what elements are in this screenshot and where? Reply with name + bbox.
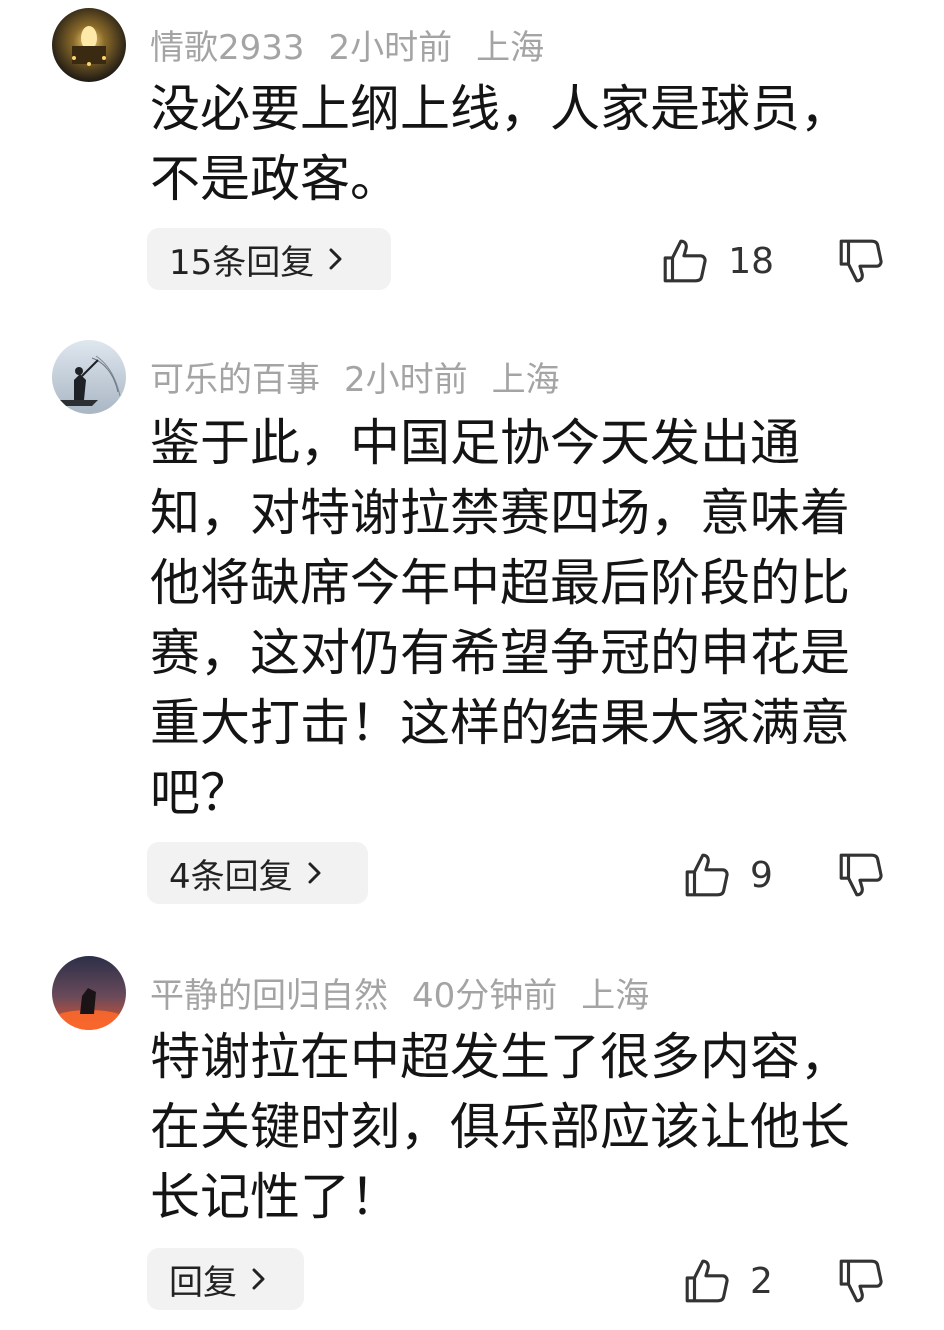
chevron-right-icon [252,1268,265,1290]
thumbs-up-icon [682,1256,732,1306]
night-tower-avatar-icon [52,8,126,82]
comment-text: 特谢拉在中超发生了很多内容，在关键时刻，俱乐部应该让他长长记性了！ [150,1028,850,1226]
like-count: 2 [750,1260,773,1302]
reply-label: 4条回复 [169,856,293,897]
comment-actions: 18 [660,230,886,292]
like-button[interactable]: 2 [682,1256,774,1306]
thumbs-up-icon [682,850,732,900]
location: 上海 [476,27,545,68]
reply-button[interactable]: 回复 [147,1248,304,1310]
comment-actions: 2 [682,1250,886,1312]
dislike-button[interactable] [836,850,886,900]
reply-label: 回复 [169,1262,237,1303]
comment-actions: 9 [682,844,886,906]
sunset-avatar-icon [52,956,126,1030]
reply-button[interactable]: 15条回复 [147,228,391,290]
username[interactable]: 平静的回归自然 [150,968,388,1017]
comment-text: 鉴于此，中国足协今天发出通知，对特谢拉禁赛四场，意味着他将缺席今年中超最后阶段的… [150,414,850,822]
avatar[interactable] [52,340,126,414]
dislike-button[interactable] [836,1256,886,1306]
thumbs-up-icon [660,236,710,286]
timestamp: 2小时前 [328,27,453,68]
timestamp: 2小时前 [344,359,468,400]
chevron-right-icon [308,862,321,884]
username[interactable]: 可乐的百事 [150,352,320,401]
comment-text: 没必要上纲上线，人家是球员，不是政客。 [150,80,850,208]
comment-meta: 情歌2933 2小时前 上海 [150,18,568,70]
like-button[interactable]: 18 [660,236,774,286]
comment-meta: 可乐的百事 2小时前 上海 [150,350,584,402]
thumbs-down-icon [836,1256,886,1306]
avatar[interactable] [52,956,126,1030]
location: 上海 [491,359,560,400]
like-count: 9 [750,854,773,896]
avatar[interactable] [52,8,126,82]
comment-meta: 平静的回归自然 40分钟前 上海 [150,966,673,1018]
reply-button[interactable]: 4条回复 [147,842,368,904]
dislike-button[interactable] [836,236,886,286]
thumbs-down-icon [836,236,886,286]
like-button[interactable]: 9 [682,850,774,900]
thumbs-down-icon [836,850,886,900]
like-count: 18 [728,240,774,282]
fisherman-avatar-icon [52,340,126,414]
location: 上海 [581,975,650,1016]
chevron-right-icon [329,248,342,270]
username[interactable]: 情歌2933 [150,20,305,69]
reply-label: 15条回复 [169,242,315,283]
timestamp: 40分钟前 [412,975,558,1016]
